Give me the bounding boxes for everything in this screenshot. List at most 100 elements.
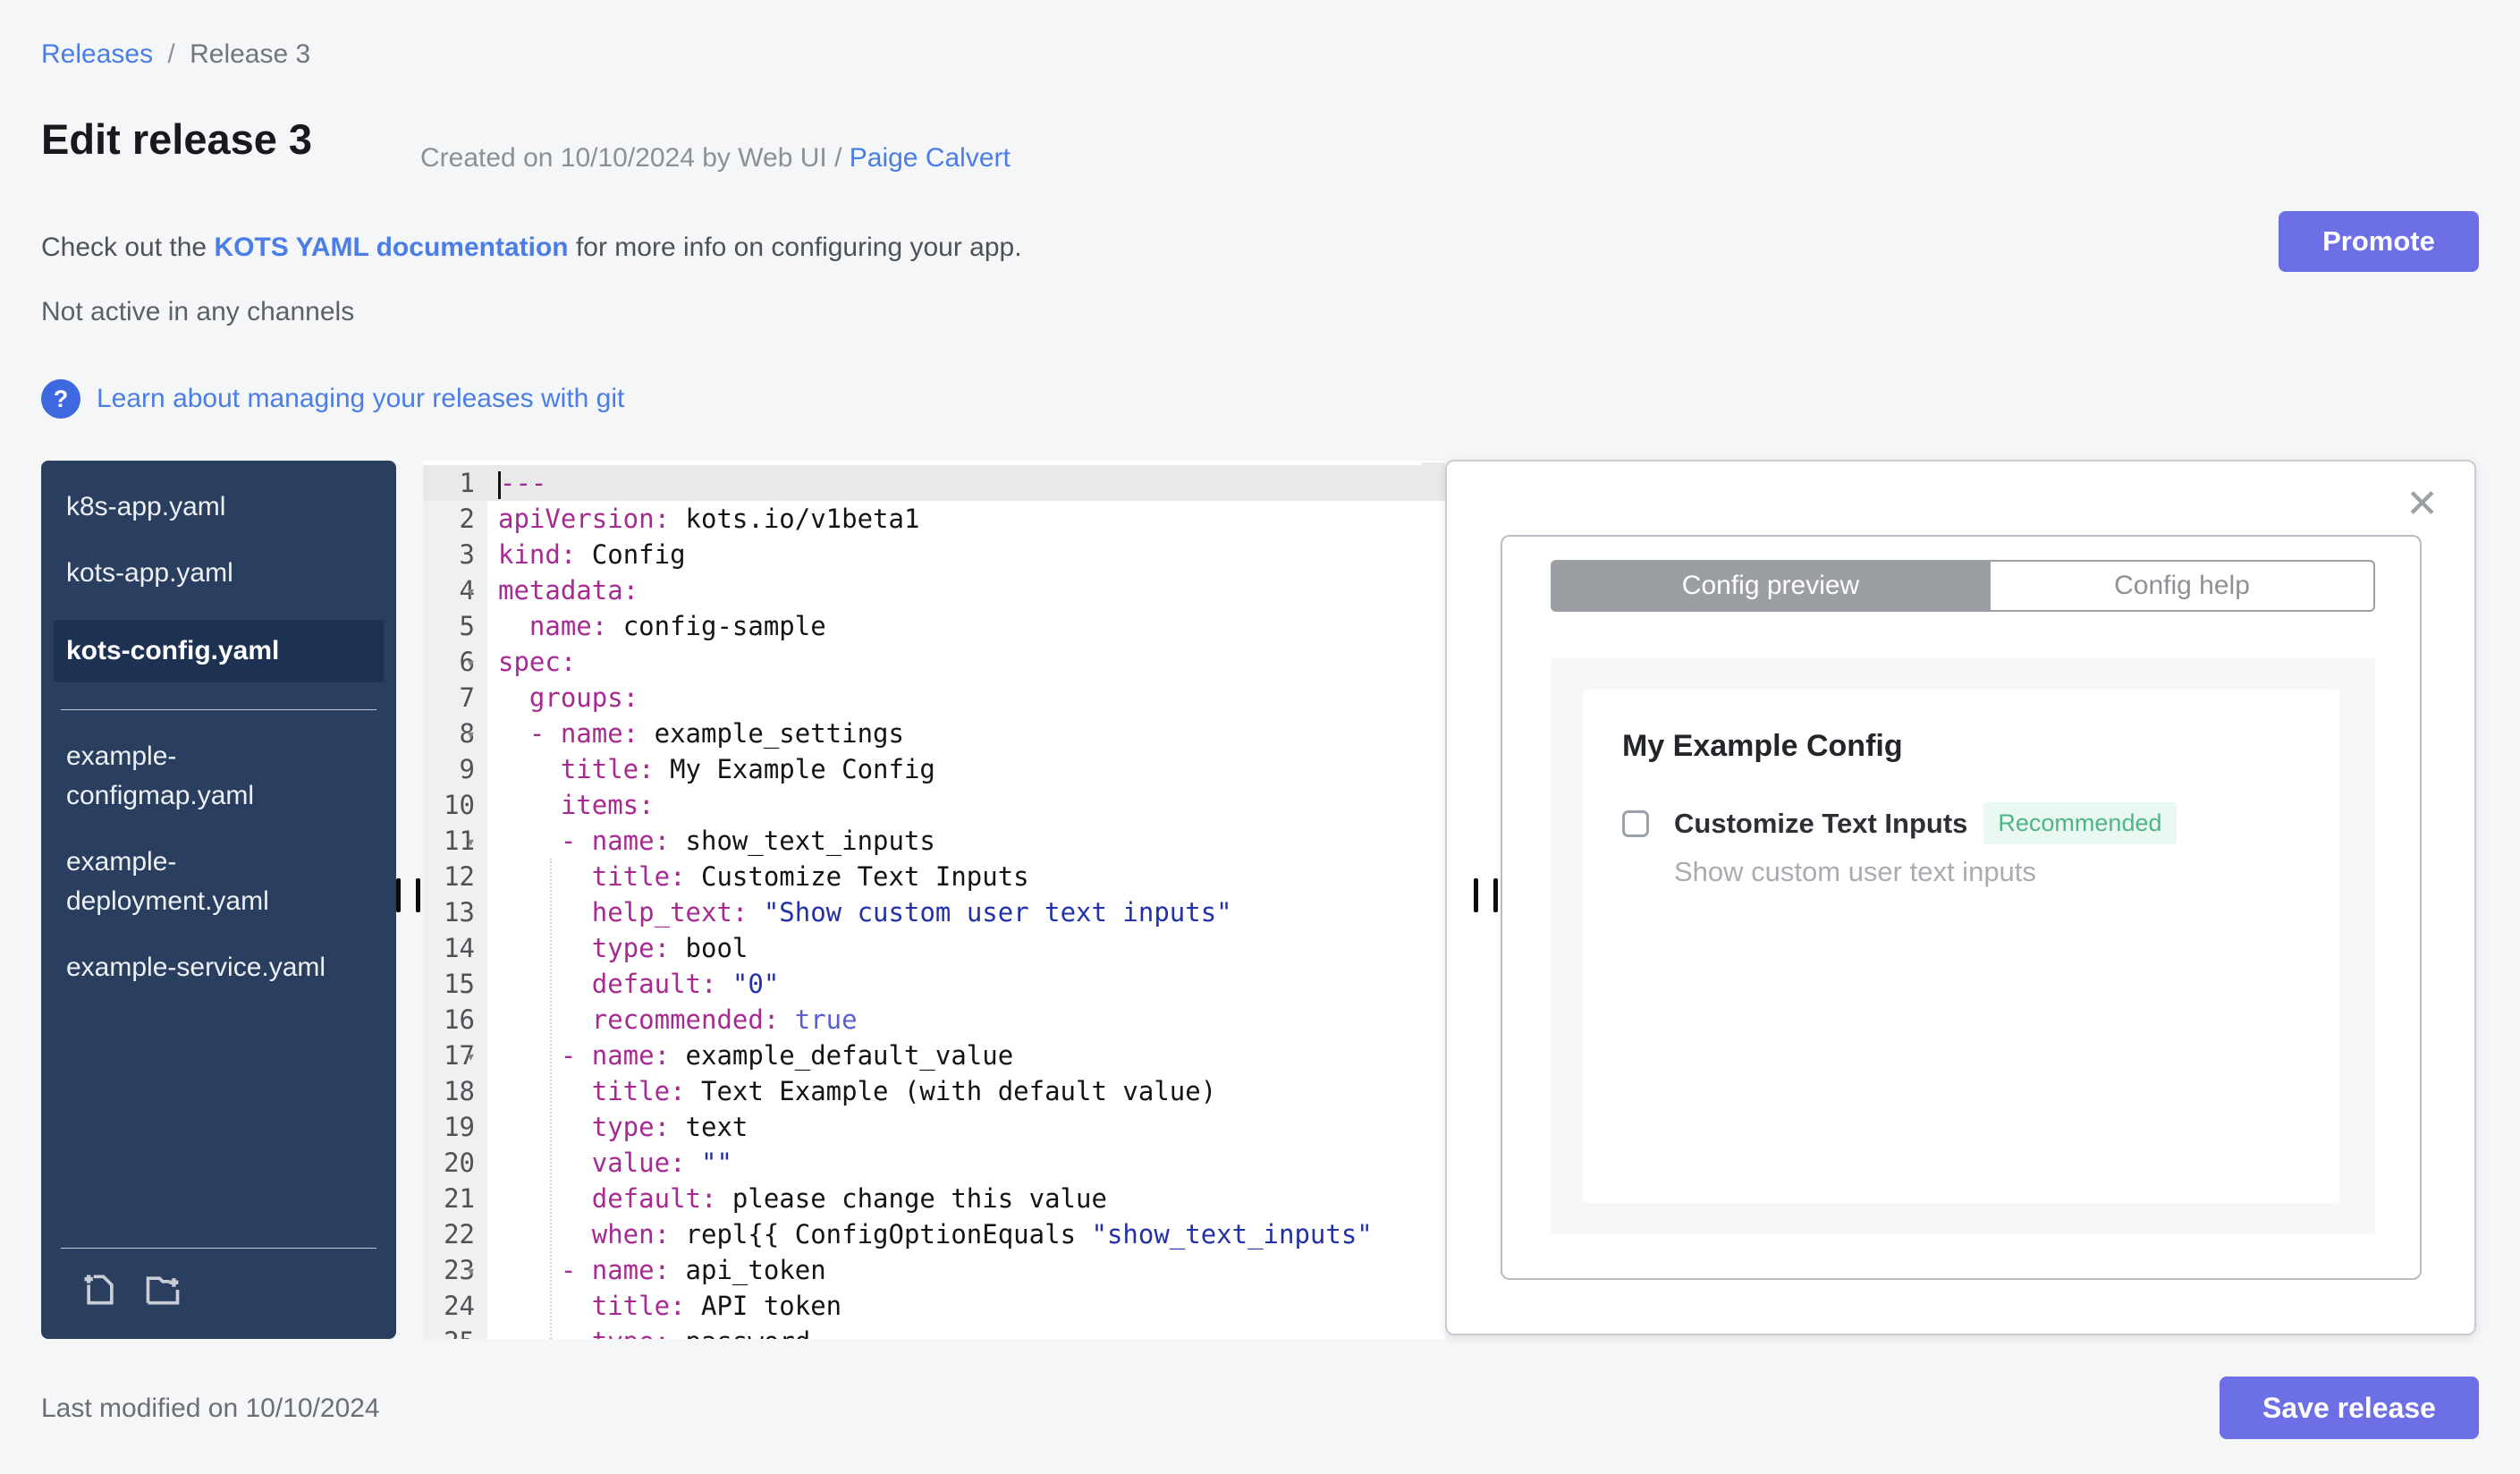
editor-line-6[interactable]: 6 ▾ spec: <box>423 644 1445 680</box>
author-link[interactable]: Paige Calvert <box>850 143 1011 173</box>
line-number: 1 <box>423 465 487 501</box>
editor-line-24[interactable]: 24 title: API token <box>423 1288 1445 1324</box>
git-help-label: Learn about managing your releases with … <box>97 384 625 413</box>
editor-line-5[interactable]: 5 name: config-sample <box>423 608 1445 644</box>
editor-line-13[interactable]: 13 help_text: "Show custom user text inp… <box>423 894 1445 930</box>
code-text: value: "" <box>591 1148 732 1178</box>
line-number: 4 <box>423 572 487 608</box>
git-help-link[interactable]: ? Learn about managing your releases wit… <box>41 379 624 419</box>
editor-line-10[interactable]: 10 items: <box>423 787 1445 823</box>
editor-line-17[interactable]: 17 ▾ - name: example_default_value <box>423 1038 1445 1073</box>
page-title: Edit release 3 <box>41 115 313 163</box>
code-text: title: My Example Config <box>560 754 935 784</box>
code-text: name: config-sample <box>529 611 826 641</box>
editor-line-16[interactable]: 16 recommended: true <box>423 1002 1445 1038</box>
editor-line-20[interactable]: 20 value: "" <box>423 1145 1445 1181</box>
line-number: 20 <box>423 1145 487 1181</box>
line-number: 24 <box>423 1288 487 1324</box>
code-text: type: text <box>591 1112 748 1142</box>
editor-line-15[interactable]: 15 default: "0" <box>423 966 1445 1002</box>
breadcrumb-current: Release 3 <box>190 39 311 69</box>
question-mark-icon: ? <box>41 379 80 419</box>
customize-text-inputs-checkbox[interactable] <box>1622 809 1649 837</box>
editor-line-4[interactable]: 4 ▾ metadata: <box>423 572 1445 608</box>
tab-config-preview[interactable]: Config preview <box>1551 560 1991 612</box>
preview-tabs: Config preview Config help <box>1551 560 2375 612</box>
config-group-title: My Example Config <box>1622 729 1903 763</box>
tab-config-help[interactable]: Config help <box>1991 560 2375 612</box>
sidebar-file-example-service-yaml[interactable]: example-service.yaml <box>41 948 396 987</box>
file-list-divider <box>61 709 376 710</box>
sidebar-file-kots-app-yaml[interactable]: kots-app.yaml <box>41 554 396 593</box>
kots-yaml-docs-link[interactable]: KOTS YAML documentation <box>214 233 568 262</box>
editor-line-3[interactable]: 3 kind: Config <box>423 537 1445 572</box>
fold-toggle-icon[interactable]: ▾ <box>466 825 476 860</box>
editor-preview-resize-handle[interactable] <box>1474 878 1499 914</box>
line-number: 25 <box>423 1324 487 1339</box>
new-folder-icon[interactable] <box>143 1270 182 1314</box>
line-number: 19 <box>423 1109 487 1145</box>
file-list-top: k8s-app.yaml kots-app.yaml kots-config.yam… <box>41 487 396 682</box>
editor-line-22[interactable]: 22 when: repl{{ ConfigOptionEquals "show… <box>423 1216 1445 1252</box>
sidebar-actions-divider <box>61 1248 376 1249</box>
sidebar-file-example-configmap-yaml[interactable]: example-configmap.yaml <box>41 737 396 816</box>
line-number: 9 <box>423 751 487 787</box>
fold-toggle-icon[interactable]: ▾ <box>466 646 476 682</box>
editor-line-19[interactable]: 19 type: text <box>423 1109 1445 1145</box>
editor-line-21[interactable]: 21 default: please change this value <box>423 1181 1445 1216</box>
code-text: items: <box>560 790 655 820</box>
docs-suffix: for more info on configuring your app. <box>568 233 1022 262</box>
fold-toggle-icon[interactable]: ▾ <box>466 574 476 610</box>
file-tree-sidebar: k8s-app.yaml kots-app.yaml kots-config.yam… <box>41 461 396 1339</box>
line-number: 8 <box>423 716 487 751</box>
line-number: 11 <box>423 823 487 859</box>
editor-line-9[interactable]: 9 title: My Example Config <box>423 751 1445 787</box>
close-icon[interactable]: ✕ <box>2406 481 2439 527</box>
line-number: 23 <box>423 1252 487 1288</box>
code-text: - name: api_token <box>560 1255 826 1285</box>
line-number: 7 <box>423 680 487 716</box>
config-preview-panel: ✕ Config preview Config help My Example … <box>1445 460 2476 1335</box>
editor-line-12[interactable]: 12 title: Customize Text Inputs <box>423 859 1445 894</box>
editor-line-7[interactable]: 7 groups: <box>423 680 1445 716</box>
editor-line-2[interactable]: 2 apiVersion: kots.io/v1beta1 <box>423 501 1445 537</box>
fold-toggle-icon[interactable]: ▾ <box>466 1039 476 1075</box>
editor-line-8[interactable]: 8 ▾ - name: example_settings <box>423 716 1445 751</box>
editor-scrollbar[interactable] <box>1422 462 1445 496</box>
fold-toggle-icon[interactable]: ▾ <box>466 1254 476 1290</box>
sidebar-file-k8s-app-yaml[interactable]: k8s-app.yaml <box>41 487 396 527</box>
fold-toggle-icon[interactable]: ▾ <box>466 717 476 753</box>
promote-button[interactable]: Promote <box>2279 211 2479 272</box>
sidebar-file-example-deployment-yaml[interactable]: example-deployment.yaml <box>41 843 396 921</box>
code-text: - name: example_settings <box>529 718 904 749</box>
sidebar-actions <box>41 1248 396 1339</box>
config-item-help-text: Show custom user text inputs <box>1674 856 2036 887</box>
created-text: Created on 10/10/2024 by Web UI / <box>420 143 850 173</box>
save-release-button[interactable]: Save release <box>2220 1377 2479 1439</box>
editor-line-11[interactable]: 11 ▾ - name: show_text_inputs <box>423 823 1445 859</box>
line-number: 5 <box>423 608 487 644</box>
sidebar-editor-resize-handle[interactable] <box>396 878 421 914</box>
code-text: type: bool <box>591 933 748 963</box>
config-item-row: Customize Text Inputs Recommended <box>1622 802 2177 844</box>
new-file-icon[interactable] <box>80 1270 120 1314</box>
code-text: groups: <box>529 682 639 713</box>
line-number: 3 <box>423 537 487 572</box>
code-text: kind: Config <box>498 539 686 570</box>
line-number: 12 <box>423 859 487 894</box>
editor-line-14[interactable]: 14 type: bool <box>423 930 1445 966</box>
editor-line-18[interactable]: 18 title: Text Example (with default val… <box>423 1073 1445 1109</box>
yaml-code-editor[interactable]: 1 --- 2 apiVersion: kots.io/v1beta1 3 kind: C… <box>423 461 1445 1339</box>
config-item-label: Customize Text Inputs <box>1674 807 1968 839</box>
code-text: title: Customize Text Inputs <box>591 861 1029 892</box>
breadcrumb-releases-link[interactable]: Releases <box>41 39 153 69</box>
last-modified-text: Last modified on 10/10/2024 <box>41 1394 380 1423</box>
config-preview-box: Config preview Config help My Example Co… <box>1501 535 2422 1280</box>
editor-line-25[interactable]: 25 type: password <box>423 1324 1445 1339</box>
indent-guide <box>550 859 552 1339</box>
editor-line-1[interactable]: 1 --- <box>423 465 1445 501</box>
line-number: 15 <box>423 966 487 1002</box>
breadcrumb: Releases / Release 3 <box>41 39 310 70</box>
sidebar-file-kots-config-yaml[interactable]: kots-config.yaml <box>54 620 384 682</box>
editor-line-23[interactable]: 23 ▾ - name: api_token <box>423 1252 1445 1288</box>
